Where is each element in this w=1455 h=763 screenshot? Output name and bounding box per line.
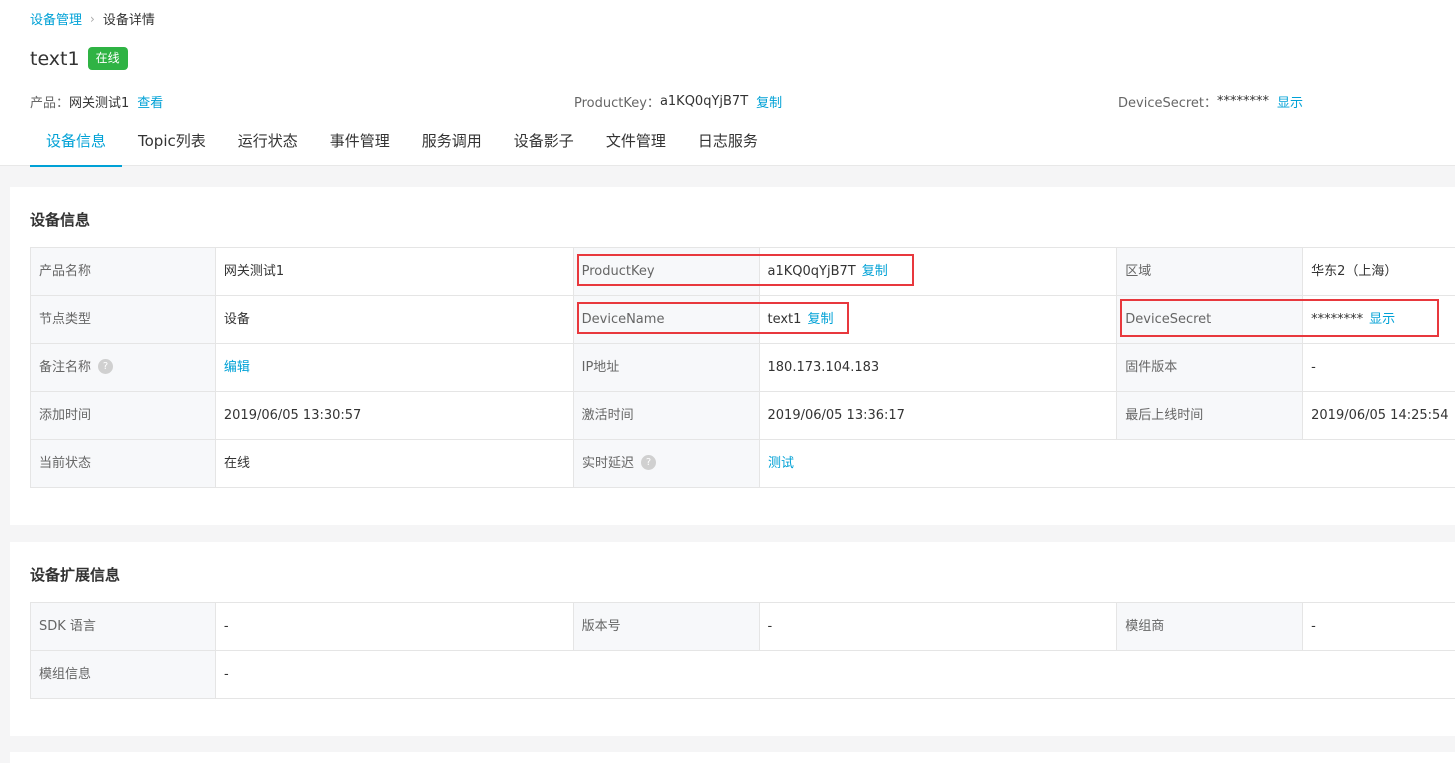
meta-productkey-label: ProductKey： [574,96,660,111]
current-state-value: 在线 [216,440,574,487]
tab-service-invocation[interactable]: 服务调用 [406,123,498,166]
table-row: 产品名称 网关测试1 ProductKey a1KQ0qYjB7T 复制 区域 华… [31,248,1455,296]
latency-test-link[interactable]: 测试 [768,456,794,471]
edit-remark-link[interactable]: 编辑 [224,360,250,375]
device-info-title: 设备信息 [30,211,91,229]
node-type-value: 设备 [215,296,574,343]
remark-label: 备注名称 [39,360,92,375]
device-info-card: 设备信息 产品名称 网关测试1 ProductKey a1KQ0qYjB7T 复制… [10,187,1455,525]
meta-product: 产品： 网关测试1 查看 [30,92,163,111]
firmware-value: - [1303,344,1455,391]
help-icon[interactable]: ? [641,455,657,470]
productkey-value: a1KQ0qYjB7T [767,264,856,279]
meta-devicesecret: DeviceSecret： ******** 显示 [1118,92,1303,111]
status-badge: 在线 [87,47,128,70]
tab-running-status[interactable]: 运行状态 [222,123,314,166]
current-state-label: 当前状态 [31,440,216,487]
last-online-label: 最后上线时间 [1117,392,1304,439]
show-devicesecret-link[interactable]: 显示 [1277,92,1303,111]
devicesecret-label: DeviceSecret [1117,296,1304,343]
show-devicesecret-button[interactable]: 显示 [1369,312,1395,327]
breadcrumb: 设备管理 › 设备详情 [30,9,155,29]
firmware-label: 固件版本 [1117,344,1304,391]
meta-productkey: ProductKey： a1KQ0qYjB7T 复制 [574,92,782,111]
view-product-link[interactable]: 查看 [137,92,163,111]
copy-productkey-link[interactable]: 复制 [756,92,782,111]
tab-device-info[interactable]: 设备信息 [30,123,123,167]
remark-label-cell: 备注名称? [31,344,216,391]
node-type-label: 节点类型 [31,296,216,343]
page-header: 设备管理 › 设备详情 text1 在线 产品： 网关测试1 查看 Produc… [0,0,1455,167]
meta-devicesecret-value: ******** [1217,94,1270,109]
extension-info-table: SDK 语言 - 版本号 - 模组商 - 模组信息 - [30,602,1455,699]
device-info-table: 产品名称 网关测试1 ProductKey a1KQ0qYjB7T 复制 区域 华… [30,247,1455,488]
module-info-value: - [216,651,1455,698]
chevron-right-icon: › [90,11,95,26]
devicename-cell: text1 复制 [759,296,1118,343]
region-value: 华东2（上海） [1303,248,1455,295]
module-vendor-value: - [1303,603,1455,650]
tab-event-management[interactable]: 事件管理 [314,123,406,166]
devicesecret-cell: ******** 显示 [1303,296,1455,343]
last-online-value: 2019/06/05 14:25:54 [1303,392,1455,439]
help-icon[interactable]: ? [98,359,114,374]
meta-product-value: 网关测试1 [69,96,130,111]
sdk-language-label: SDK 语言 [31,603,216,650]
devicename-label: DeviceName [573,296,760,343]
breadcrumb-device-management[interactable]: 设备管理 [30,9,82,28]
remark-cell: 编辑 [215,344,574,391]
page-title: text1 [30,47,80,70]
productkey-cell: a1KQ0qYjB7T 复制 [759,248,1118,295]
sdk-language-value: - [215,603,574,650]
extension-info-title: 设备扩展信息 [30,566,121,584]
extension-info-card: 设备扩展信息 SDK 语言 - 版本号 - 模组商 - 模组信息 - [10,542,1455,736]
ip-label: IP地址 [573,344,760,391]
activated-time-value: 2019/06/05 13:36:17 [759,392,1118,439]
breadcrumb-current: 设备详情 [102,13,155,28]
latency-label-cell: 实时延迟? [574,440,760,487]
tab-device-shadow[interactable]: 设备影子 [498,123,590,166]
tab-log-service[interactable]: 日志服务 [682,123,774,166]
added-time-label: 添加时间 [31,392,216,439]
module-info-label: 模组信息 [31,651,216,698]
tab-file-management[interactable]: 文件管理 [590,123,682,166]
product-name-value: 网关测试1 [215,248,574,295]
added-time-value: 2019/06/05 13:30:57 [215,392,574,439]
meta-productkey-value: a1KQ0qYjB7T [659,94,749,109]
copy-devicename-button[interactable]: 复制 [807,312,833,327]
tab-bar: 设备信息 Topic列表 运行状态 事件管理 服务调用 设备影子 文件管理 日志… [30,123,774,167]
latency-cell: 测试 [760,440,1455,487]
tab-topic-list[interactable]: Topic列表 [122,123,222,166]
productkey-label: ProductKey [573,248,760,295]
table-row: 节点类型 设备 DeviceName text1 复制 DeviceSecret … [31,296,1455,344]
title-row: text1 在线 [30,47,128,70]
devicesecret-value: ******** [1311,312,1364,327]
ip-value: 180.173.104.183 [759,344,1118,391]
table-row: 备注名称? 编辑 IP地址 180.173.104.183 固件版本 - [31,344,1455,392]
table-row: 模组信息 - [31,651,1455,699]
meta-product-label: 产品： [30,96,70,111]
table-row: 当前状态 在线 实时延迟? 测试 [31,440,1455,488]
next-card [10,752,1455,763]
devicename-value: text1 [767,312,802,327]
meta-devicesecret-label: DeviceSecret： [1118,96,1218,111]
activated-time-label: 激活时间 [573,392,760,439]
product-name-label: 产品名称 [31,248,216,295]
version-label: 版本号 [573,603,760,650]
version-value: - [759,603,1118,650]
table-row: 添加时间 2019/06/05 13:30:57 激活时间 2019/06/05… [31,392,1455,440]
latency-label: 实时延迟 [582,456,635,471]
module-vendor-label: 模组商 [1117,603,1304,650]
region-label: 区域 [1117,248,1304,295]
copy-productkey-button[interactable]: 复制 [862,264,888,279]
table-row: SDK 语言 - 版本号 - 模组商 - [31,603,1455,651]
